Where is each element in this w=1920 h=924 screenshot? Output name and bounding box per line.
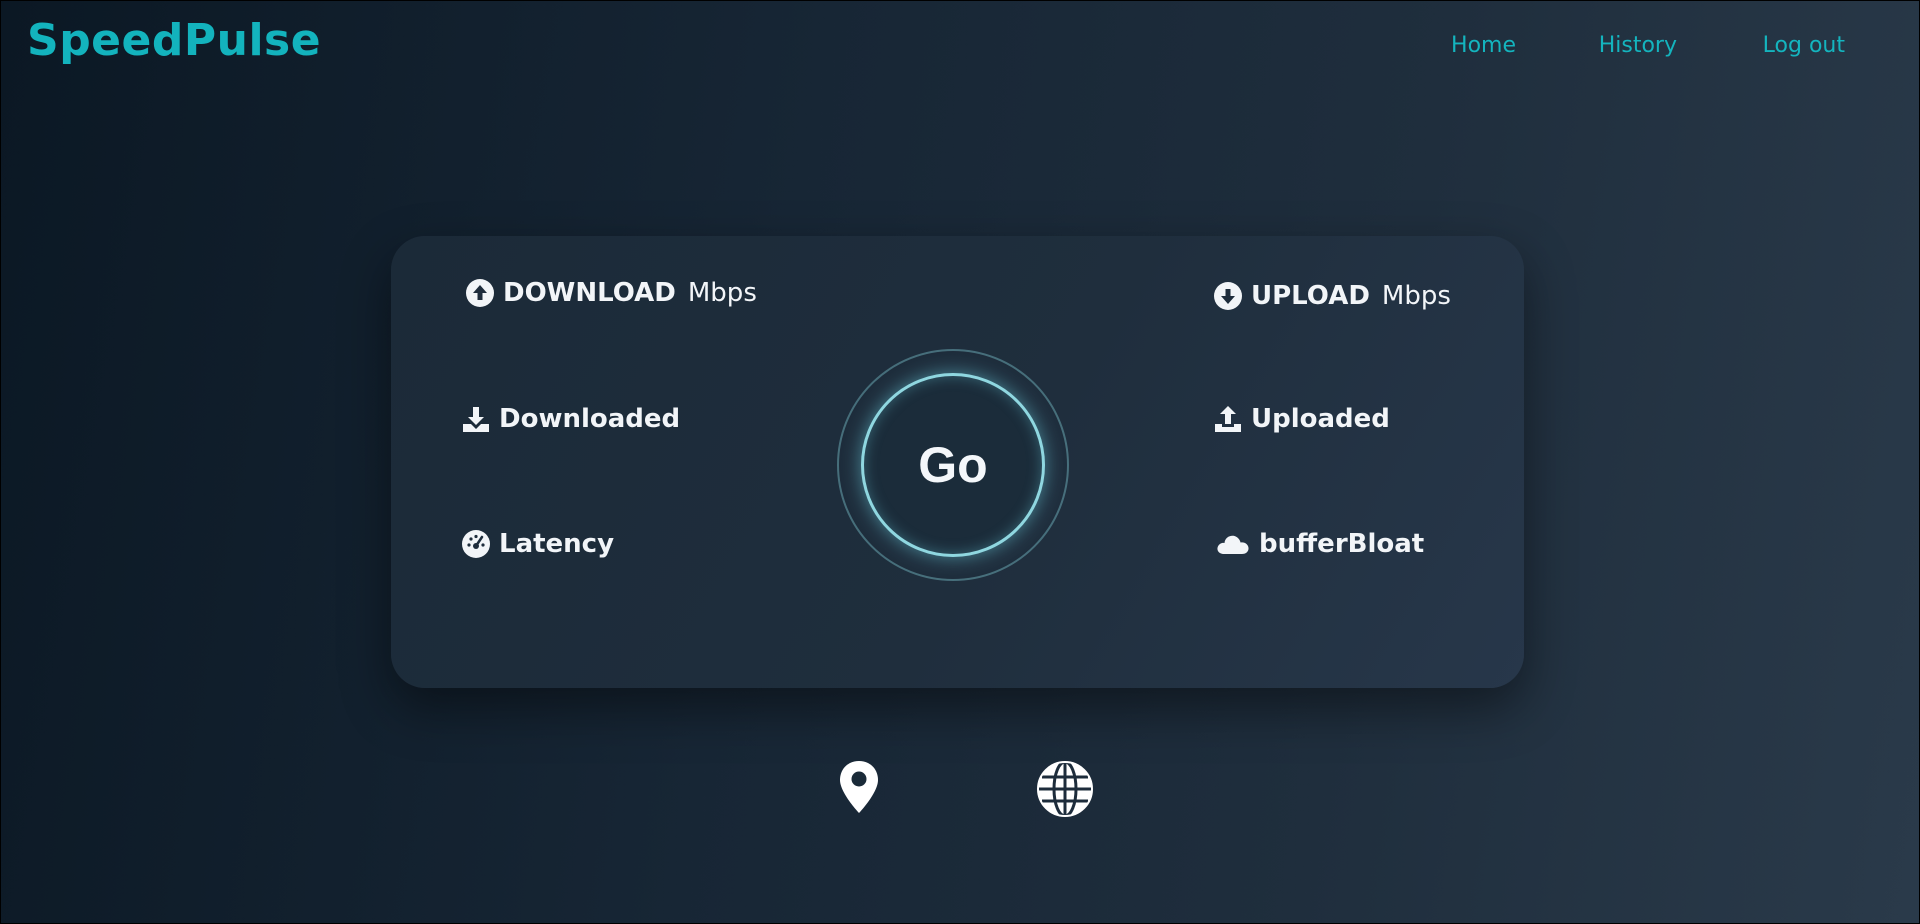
download-unit: Mbps [687,278,757,308]
gauge-icon [462,530,490,558]
nav-home[interactable]: Home [1451,33,1516,58]
globe-icon[interactable] [1035,759,1095,819]
upload-label: UPLOAD [1251,281,1370,311]
navbar: SpeedPulse Home History Log out [1,1,1920,91]
go-button-ring: Go [837,349,1069,581]
download-tray-icon [463,407,489,432]
download-label: DOWNLOAD [503,278,676,308]
uploaded-label: Uploaded [1251,404,1390,434]
latency-label: Latency [499,529,615,559]
arrow-circle-up-icon [466,279,494,307]
upload-tray-icon [1215,406,1241,432]
app-logo[interactable]: SpeedPulse [27,15,321,66]
uploaded-metric: Uploaded [1213,404,1390,434]
bufferbloat-metric: bufferBloat [1215,529,1424,559]
cloud-icon [1217,535,1249,554]
nav-logout[interactable]: Log out [1763,33,1845,58]
speed-test-card: DOWNLOAD Mbps UPLOAD Mbps Downloaded Upl… [391,236,1524,688]
latency-metric: Latency [461,529,614,559]
map-pin-icon[interactable] [829,757,889,817]
arrow-circle-down-icon [1214,282,1242,310]
downloaded-metric: Downloaded [461,404,680,434]
upload-unit: Mbps [1381,281,1451,311]
upload-speed-metric: UPLOAD Mbps [1213,281,1451,311]
go-button[interactable]: Go [861,373,1045,557]
nav-history[interactable]: History [1599,33,1677,58]
downloaded-label: Downloaded [499,404,681,434]
bufferbloat-label: bufferBloat [1259,529,1425,559]
download-speed-metric: DOWNLOAD Mbps [465,278,757,308]
